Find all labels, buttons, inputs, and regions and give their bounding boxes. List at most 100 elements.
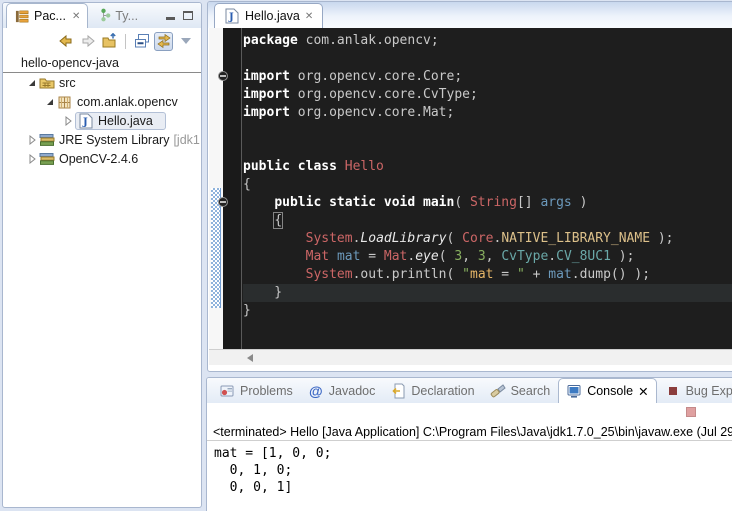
- console-output-line: mat = [1, 0, 0;: [214, 445, 732, 462]
- console-tabbar: Problems @ Javadoc Declaration Search Console…: [207, 378, 732, 403]
- tab-bug-explorer[interactable]: Bug Explorer: [658, 378, 732, 403]
- forward-icon: [80, 33, 96, 49]
- console-output[interactable]: mat = [1, 0, 0; 0, 1, 0; 0, 0, 1]: [207, 441, 732, 496]
- package-explorer-icon: [14, 8, 30, 24]
- code-area[interactable]: package com.anlak.opencv; import org.open…: [243, 32, 732, 320]
- fold-collapse-icon[interactable]: [218, 197, 228, 207]
- library-icon: [39, 151, 55, 167]
- code-line[interactable]: }: [243, 284, 732, 302]
- code-line[interactable]: System.out.println( "mat = " + mat.dump(…: [243, 266, 732, 284]
- link-with-editor-toggle[interactable]: [154, 32, 173, 51]
- tree-item-opencv-2-4-6[interactable]: OpenCV-2.4.6: [3, 149, 201, 168]
- code-line[interactable]: package com.anlak.opencv;: [243, 32, 732, 50]
- editor-horizontal-scrollbar[interactable]: [209, 349, 732, 365]
- console-tab-label: Javadoc: [329, 384, 376, 398]
- package-explorer-tabbar: Pac... ✕ Ty...: [3, 3, 201, 28]
- code-token: public static void main: [274, 195, 454, 210]
- code-token: Mat: [384, 249, 407, 264]
- code-line[interactable]: Mat mat = Mat.eye( 3, 3, CvType.CV_8UC1 …: [243, 248, 732, 266]
- svg-text:J: J: [228, 12, 234, 23]
- code-line[interactable]: public class Hello: [243, 158, 732, 176]
- problems-icon: [219, 383, 235, 399]
- code-token: []: [517, 195, 540, 210]
- code-line[interactable]: {: [243, 176, 732, 194]
- view-menu-button[interactable]: [176, 32, 195, 51]
- code-editor[interactable]: package com.anlak.opencv; import org.open…: [209, 28, 732, 349]
- console-output-line: 0, 0, 1]: [214, 479, 732, 496]
- terminate-icon[interactable]: [686, 407, 696, 417]
- code-line[interactable]: import org.opencv.core.Mat;: [243, 104, 732, 122]
- declaration-icon: [390, 383, 406, 399]
- console-tab-label: Bug Explorer: [686, 384, 732, 398]
- code-line[interactable]: [243, 122, 732, 140]
- tree-item-com-anlak-opencv[interactable]: com.anlak.opencv: [3, 92, 201, 111]
- tab-package-explorer[interactable]: Pac... ✕: [6, 3, 88, 28]
- code-line[interactable]: import org.opencv.core.Core;: [243, 68, 732, 86]
- code-token: System: [306, 267, 353, 282]
- fold-collapse-icon[interactable]: [218, 71, 228, 81]
- tab-javadoc[interactable]: @ Javadoc: [301, 378, 383, 403]
- tree-item-hello-opencv-java[interactable]: hello-opencv-java: [3, 54, 201, 73]
- java-file-icon: J: [78, 113, 94, 129]
- close-icon[interactable]: ✕: [305, 11, 313, 22]
- code-line[interactable]: import org.opencv.core.CvType;: [243, 86, 732, 104]
- maximize-icon[interactable]: [183, 11, 193, 20]
- code-token: (: [447, 231, 463, 246]
- code-token: [243, 231, 306, 246]
- package-explorer-panel: Pac... ✕ Ty... hello-opencv-java srccom.a…: [2, 2, 202, 508]
- code-token: mat: [470, 267, 493, 282]
- code-line[interactable]: }: [243, 302, 732, 320]
- tree-item-label: OpenCV-2.4.6: [59, 152, 138, 166]
- minimize-icon[interactable]: [166, 11, 175, 20]
- tab-problems[interactable]: Problems: [212, 378, 300, 403]
- arrow-expanded-icon[interactable]: [25, 78, 39, 88]
- code-token: org.opencv.core.Mat;: [290, 105, 454, 120]
- tab-console[interactable]: Console✕: [558, 378, 656, 403]
- console-icon: [566, 383, 582, 399]
- tab-search[interactable]: Search: [483, 378, 558, 403]
- tree-item-src[interactable]: src: [3, 73, 201, 92]
- code-line[interactable]: {: [243, 212, 732, 230]
- code-token: [243, 213, 274, 228]
- code-line[interactable]: [243, 50, 732, 68]
- go-up-button[interactable]: [100, 32, 119, 51]
- arrow-expanded-icon[interactable]: [43, 97, 57, 107]
- arrow-collapsed-icon[interactable]: [25, 135, 39, 145]
- tab-type-hierarchy[interactable]: Ty...: [88, 3, 145, 28]
- tree-item-content: src: [39, 75, 76, 91]
- forward-button[interactable]: [78, 32, 97, 51]
- code-line[interactable]: System.LoadLibrary( Core.NATIVE_LIBRARY_…: [243, 230, 732, 248]
- code-token: import: [243, 87, 290, 102]
- close-icon[interactable]: ✕: [638, 384, 648, 399]
- back-button[interactable]: [56, 32, 75, 51]
- tab-hello-java[interactable]: J Hello.java ✕: [214, 3, 323, 28]
- code-token: com.anlak.opencv;: [298, 33, 439, 48]
- tree-item-jre-system-library[interactable]: JRE System Library [jdk1.7.0: [3, 130, 201, 149]
- toolbar-separator: [125, 34, 126, 49]
- javadoc-icon: @: [308, 383, 324, 399]
- view-window-buttons: [166, 3, 201, 28]
- code-token: mat: [548, 267, 571, 282]
- code-token: (: [454, 195, 470, 210]
- console-tab-label: Search: [511, 384, 551, 398]
- tab-package-explorer-label: Pac...: [34, 9, 66, 23]
- tree-item-hello-java[interactable]: JHello.java: [3, 111, 201, 130]
- tab-declaration[interactable]: Declaration: [383, 378, 481, 403]
- code-line[interactable]: [243, 140, 732, 158]
- code-line[interactable]: public static void main( String[] args ): [243, 194, 732, 212]
- code-token: package: [243, 33, 298, 48]
- close-icon[interactable]: ✕: [72, 11, 80, 22]
- code-token: args: [540, 195, 571, 210]
- code-token: =: [360, 249, 383, 264]
- package-explorer-toolbar: [3, 28, 201, 54]
- arrow-collapsed-icon[interactable]: [61, 116, 75, 126]
- arrow-collapsed-icon[interactable]: [25, 154, 39, 164]
- code-token: ,: [486, 249, 502, 264]
- tree-item-label: com.anlak.opencv: [77, 95, 178, 109]
- back-icon: [58, 33, 74, 49]
- tab-type-hierarchy-label: Ty...: [115, 9, 138, 23]
- code-token: LoadLibrary: [360, 231, 446, 246]
- scroll-left-arrow-icon[interactable]: [247, 354, 253, 362]
- collapse-all-button[interactable]: [132, 32, 151, 51]
- code-token: 3: [478, 249, 486, 264]
